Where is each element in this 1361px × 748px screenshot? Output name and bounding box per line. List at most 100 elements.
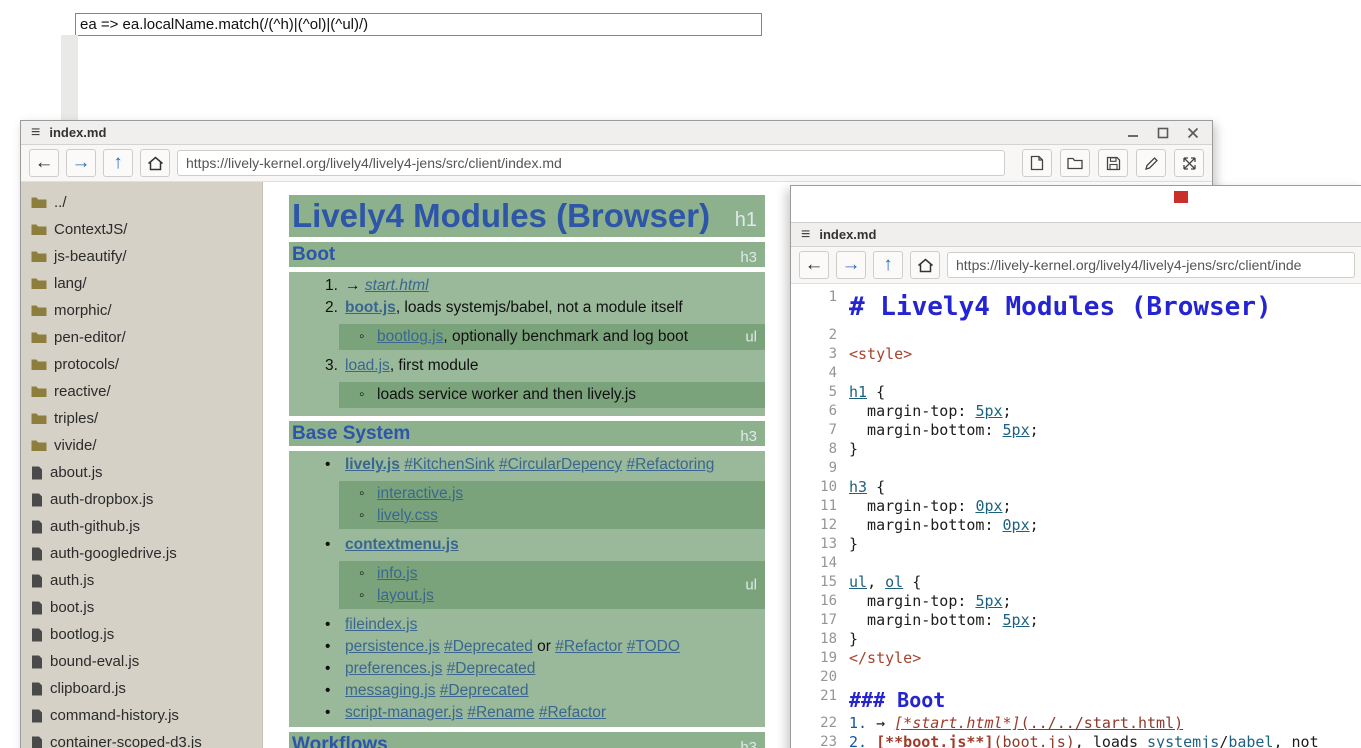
text-segment: [*start.html*] xyxy=(894,714,1020,732)
code-line[interactable]: 13} xyxy=(791,535,1361,554)
close-button[interactable] xyxy=(1184,125,1202,141)
home-button[interactable] xyxy=(910,251,940,279)
link[interactable]: #Refactoring xyxy=(627,456,715,473)
code-line[interactable]: 2 xyxy=(791,326,1361,345)
save-button[interactable] xyxy=(1098,149,1128,177)
back-button[interactable]: ← xyxy=(799,251,829,279)
code-line[interactable]: 3<style> xyxy=(791,345,1361,364)
window2-titlebar[interactable]: ≡ index.md xyxy=(791,222,1361,247)
code-text: <style> xyxy=(849,345,912,364)
code-line[interactable]: 10h3 { xyxy=(791,478,1361,497)
sidebar-folder-item[interactable]: pen-editor/ xyxy=(21,324,262,351)
code-line[interactable]: 15ul, ol { xyxy=(791,573,1361,592)
sidebar-file-item[interactable]: bootlog.js xyxy=(21,621,262,648)
link[interactable]: #Deprecated xyxy=(447,660,536,677)
sidebar-file-item[interactable]: container-scoped-d3.js xyxy=(21,729,262,748)
sidebar-folder-item[interactable]: reactive/ xyxy=(21,378,262,405)
link[interactable]: preferences.js xyxy=(345,660,442,677)
text-segment: 5px xyxy=(1003,611,1030,629)
url-input[interactable] xyxy=(947,252,1355,278)
sidebar-folder-item[interactable]: morphic/ xyxy=(21,297,262,324)
code-line[interactable]: 4 xyxy=(791,364,1361,383)
sidebar-file-item[interactable]: clipboard.js xyxy=(21,675,262,702)
link[interactable]: start.html xyxy=(365,277,429,294)
sidebar-file-item[interactable]: bound-eval.js xyxy=(21,648,262,675)
sidebar-file-item[interactable]: about.js xyxy=(21,459,262,486)
maximize-button[interactable] xyxy=(1154,125,1172,141)
link[interactable]: #TODO xyxy=(627,638,680,655)
code-line[interactable]: 16 margin-top: 5px; xyxy=(791,592,1361,611)
sidebar-file-item[interactable]: boot.js xyxy=(21,594,262,621)
sidebar-file-item[interactable]: auth.js xyxy=(21,567,262,594)
link[interactable]: info.js xyxy=(377,565,418,582)
minimize-button[interactable] xyxy=(1124,125,1142,141)
code-line[interactable]: 221. → [*start.html*](../../start.html) xyxy=(791,714,1361,733)
forward-button[interactable]: → xyxy=(66,149,96,177)
sidebar-folder-item[interactable]: ContextJS/ xyxy=(21,216,262,243)
connector-bar xyxy=(61,35,78,121)
fullscreen-button[interactable] xyxy=(1174,149,1204,177)
menu-icon[interactable]: ≡ xyxy=(31,125,40,141)
link[interactable]: #Deprecated xyxy=(440,682,529,699)
sidebar-folder-item[interactable]: protocols/ xyxy=(21,351,262,378)
code-line[interactable]: 6 margin-top: 5px; xyxy=(791,402,1361,421)
edit-button[interactable] xyxy=(1136,149,1166,177)
sidebar-folder-item[interactable]: ../ xyxy=(21,189,262,216)
link[interactable]: layout.js xyxy=(377,587,434,604)
sidebar-file-item[interactable]: auth-googledrive.js xyxy=(21,540,262,567)
code-line[interactable]: 19</style> xyxy=(791,649,1361,668)
code-line[interactable]: 7 margin-bottom: 5px; xyxy=(791,421,1361,440)
code-line[interactable]: 1# Lively4 Modules (Browser) xyxy=(791,288,1361,326)
link[interactable]: lively.css xyxy=(377,507,438,524)
link[interactable]: contextmenu.js xyxy=(345,536,459,553)
link[interactable]: boot.js xyxy=(345,299,396,316)
link[interactable]: #Rename xyxy=(467,704,534,721)
sidebar-file-item[interactable]: command-history.js xyxy=(21,702,262,729)
code-line[interactable]: 5h1 { xyxy=(791,383,1361,402)
sidebar-folder-item[interactable]: js-beautify/ xyxy=(21,243,262,270)
sidebar-folder-item[interactable]: triples/ xyxy=(21,405,262,432)
sidebar-folder-item[interactable]: lang/ xyxy=(21,270,262,297)
link[interactable]: lively.js xyxy=(345,456,400,473)
new-file-button[interactable] xyxy=(1022,149,1052,177)
link[interactable]: interactive.js xyxy=(377,485,463,502)
home-button[interactable] xyxy=(140,149,170,177)
code-line[interactable]: 12 margin-bottom: 0px; xyxy=(791,516,1361,535)
back-button[interactable]: ← xyxy=(29,149,59,177)
code-line[interactable]: 232. [**boot.js**](boot.js), loads syste… xyxy=(791,733,1361,748)
up-button[interactable]: ↑ xyxy=(103,149,133,177)
code-line[interactable]: 11 margin-top: 0px; xyxy=(791,497,1361,516)
url-input[interactable] xyxy=(177,150,1005,176)
code-line[interactable]: 14 xyxy=(791,554,1361,573)
code-editor[interactable]: 1# Lively4 Modules (Browser)23<style>45h… xyxy=(791,284,1361,748)
link[interactable]: #Refactor xyxy=(555,638,622,655)
link[interactable]: messaging.js xyxy=(345,682,435,699)
sidebar-folder-item[interactable]: vivide/ xyxy=(21,432,262,459)
link[interactable]: #Deprecated xyxy=(444,638,533,655)
text-segment: margin-top: xyxy=(849,402,975,420)
code-line[interactable]: 9 xyxy=(791,459,1361,478)
link[interactable]: load.js xyxy=(345,357,390,374)
link[interactable]: #Refactor xyxy=(539,704,606,721)
code-line[interactable]: 8} xyxy=(791,440,1361,459)
open-folder-button[interactable] xyxy=(1060,149,1090,177)
link[interactable]: persistence.js xyxy=(345,638,440,655)
code-line[interactable]: 21### Boot xyxy=(791,687,1361,714)
sidebar-file-item[interactable]: auth-dropbox.js xyxy=(21,486,262,513)
menu-icon[interactable]: ≡ xyxy=(801,227,810,243)
up-button[interactable]: ↑ xyxy=(873,251,903,279)
forward-button[interactable]: → xyxy=(836,251,866,279)
filter-expression-input[interactable] xyxy=(75,13,762,36)
code-line[interactable]: 20 xyxy=(791,668,1361,687)
code-line[interactable]: 18} xyxy=(791,630,1361,649)
toolbar-actions xyxy=(1022,149,1204,177)
window1-titlebar[interactable]: ≡ index.md xyxy=(21,121,1212,145)
code-line[interactable]: 17 margin-bottom: 5px; xyxy=(791,611,1361,630)
sidebar-file-item[interactable]: auth-github.js xyxy=(21,513,262,540)
link[interactable]: bootlog.js xyxy=(377,328,443,345)
text-segment: 5px xyxy=(1003,421,1030,439)
link[interactable]: script-manager.js xyxy=(345,704,463,721)
link[interactable]: #CircularDepency xyxy=(499,456,622,473)
link[interactable]: fileindex.js xyxy=(345,616,417,633)
link[interactable]: #KitchenSink xyxy=(404,456,494,473)
